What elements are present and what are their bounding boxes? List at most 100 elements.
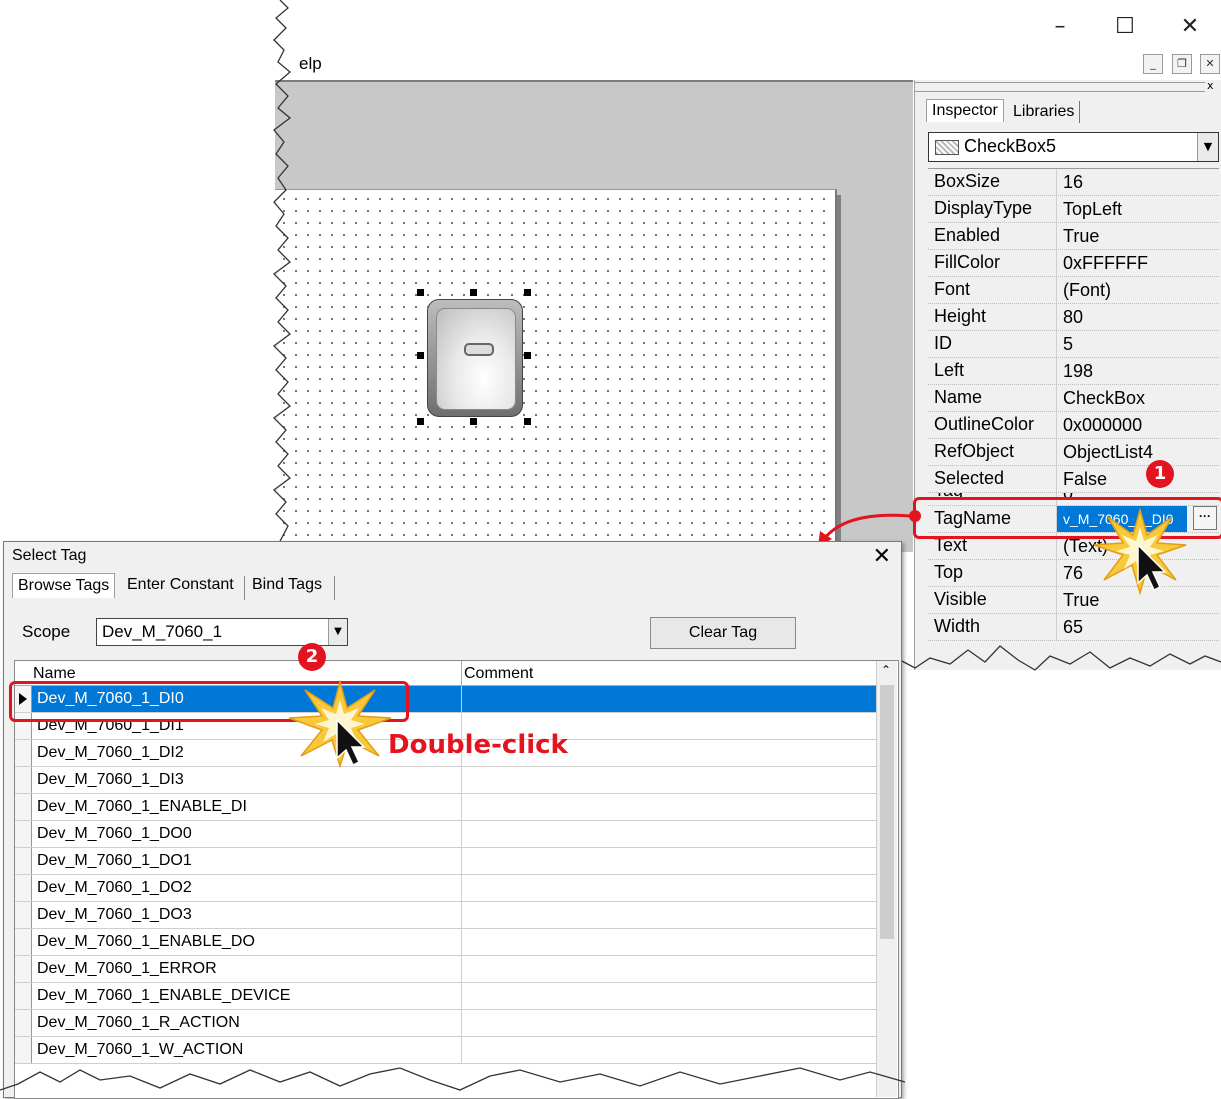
property-row[interactable]: Left 198 xyxy=(928,358,1219,385)
property-value[interactable]: 198 xyxy=(1056,358,1219,384)
dropdown-arrow-icon[interactable]: ▼ xyxy=(1197,133,1218,161)
resize-handle[interactable] xyxy=(417,418,424,425)
tag-name-cell[interactable]: Dev_M_7060_1_DO1 xyxy=(37,852,192,870)
property-name: OutlineColor xyxy=(934,414,1035,434)
property-value[interactable]: CheckBox xyxy=(1056,385,1219,411)
select-tag-dialog: Select Tag ✕ Browse Tags Enter Constant … xyxy=(3,541,902,1099)
cell-separator xyxy=(461,848,462,874)
table-row[interactable]: Dev_M_7060_1_W_ACTION xyxy=(15,1037,876,1064)
switch-slot xyxy=(464,343,494,356)
table-row[interactable]: Dev_M_7060_1_ENABLE_DEVICE xyxy=(15,983,876,1010)
table-row[interactable]: Dev_M_7060_1_ENABLE_DI xyxy=(15,794,876,821)
tag-name-cell[interactable]: Dev_M_7060_1_DO3 xyxy=(37,906,192,924)
table-row[interactable]: Dev_M_7060_1_DO3 xyxy=(15,902,876,929)
resize-handle[interactable] xyxy=(470,289,477,296)
object-selector[interactable]: CheckBox5 ▼ xyxy=(928,132,1219,162)
torn-edge-dialog xyxy=(0,1067,905,1091)
tag-name-cell[interactable]: Dev_M_7060_1_R_ACTION xyxy=(37,1014,240,1032)
dropdown-arrow-icon[interactable]: ▼ xyxy=(328,619,347,645)
maximize-icon[interactable]: ☐ xyxy=(1105,8,1145,46)
cell-separator xyxy=(461,929,462,955)
property-value[interactable]: 0x000000 xyxy=(1056,412,1219,438)
property-row[interactable]: DisplayType TopLeft xyxy=(928,196,1219,223)
tag-name-cell[interactable]: Dev_M_7060_1_ERROR xyxy=(37,960,217,978)
menu-help[interactable]: elp xyxy=(299,54,322,74)
tab-inspector[interactable]: Inspector xyxy=(926,99,1004,122)
mdi-close-icon[interactable]: ✕ xyxy=(1200,54,1220,74)
resize-handle[interactable] xyxy=(524,289,531,296)
property-row[interactable]: Selected False xyxy=(928,466,1219,493)
property-row[interactable]: OutlineColor 0x000000 xyxy=(928,412,1219,439)
tab-browse-tags[interactable]: Browse Tags xyxy=(12,573,116,598)
object-selector-value: CheckBox5 xyxy=(964,136,1057,156)
switch-face xyxy=(436,308,516,410)
table-row[interactable]: Dev_M_7060_1_ENABLE_DO xyxy=(15,929,876,956)
property-row[interactable]: Width 65 xyxy=(928,614,1219,641)
design-canvas[interactable] xyxy=(275,189,837,560)
clear-tag-button[interactable]: Clear Tag xyxy=(650,617,796,649)
property-row[interactable]: FillColor 0xFFFFFF xyxy=(928,250,1219,277)
inspector-close-icon[interactable]: x xyxy=(1207,79,1214,92)
resize-handle[interactable] xyxy=(524,418,531,425)
table-row[interactable]: Dev_M_7060_1_DO2 xyxy=(15,875,876,902)
property-value[interactable]: True xyxy=(1056,223,1219,249)
table-row[interactable]: Dev_M_7060_1_R_ACTION xyxy=(15,1010,876,1037)
property-name: Width xyxy=(934,616,981,636)
table-row[interactable]: Dev_M_7060_1_DI3 xyxy=(15,767,876,794)
property-row[interactable]: Font (Font) xyxy=(928,277,1219,304)
property-name: Selected xyxy=(934,468,1005,488)
resize-handle[interactable] xyxy=(524,352,531,359)
mdi-minimize-icon[interactable]: _ xyxy=(1143,54,1163,74)
close-icon[interactable]: ✕ xyxy=(1170,8,1210,46)
property-name: Left xyxy=(934,360,965,380)
tab-enter-constant[interactable]: Enter Constant xyxy=(122,573,239,597)
row-indicator xyxy=(15,1010,32,1036)
resize-handle[interactable] xyxy=(417,352,424,359)
scroll-thumb[interactable] xyxy=(880,685,894,939)
tab-libraries[interactable]: Libraries xyxy=(1008,101,1081,123)
property-value[interactable]: TopLeft xyxy=(1056,196,1219,222)
resize-handle[interactable] xyxy=(417,289,424,296)
property-value[interactable]: ObjectList4 xyxy=(1056,439,1219,465)
property-value[interactable]: 5 xyxy=(1056,331,1219,357)
property-value[interactable]: (Font) xyxy=(1056,277,1219,303)
property-value[interactable]: False xyxy=(1056,466,1219,492)
table-row[interactable]: Dev_M_7060_1_DO0 xyxy=(15,821,876,848)
property-row[interactable]: BoxSize 16 xyxy=(928,169,1219,196)
inspector-grip[interactable] xyxy=(915,82,1205,92)
table-row[interactable]: Dev_M_7060_1_ERROR xyxy=(15,956,876,983)
property-value[interactable]: 0xFFFFFF xyxy=(1056,250,1219,276)
tag-name-cell[interactable]: Dev_M_7060_1_DI2 xyxy=(37,744,184,762)
property-row[interactable]: Name CheckBox xyxy=(928,385,1219,412)
cell-separator xyxy=(461,821,462,847)
tag-name-cell[interactable]: Dev_M_7060_1_DO0 xyxy=(37,825,192,843)
tag-name-cell[interactable]: Dev_M_7060_1_ENABLE_DI xyxy=(37,798,247,816)
table-row[interactable]: Dev_M_7060_1_DO1 xyxy=(15,848,876,875)
tag-grid: Name Comment Dev_M_7060_1_DI0 Dev_M_7060… xyxy=(14,660,899,1099)
tag-name-cell[interactable]: Dev_M_7060_1_W_ACTION xyxy=(37,1041,243,1059)
property-value[interactable]: 65 xyxy=(1056,614,1219,640)
tag-name-cell[interactable]: Dev_M_7060_1_ENABLE_DEVICE xyxy=(37,987,290,1005)
resize-handle[interactable] xyxy=(470,418,477,425)
property-row[interactable]: ID 5 xyxy=(928,331,1219,358)
property-row[interactable]: Enabled True xyxy=(928,223,1219,250)
property-value[interactable]: 16 xyxy=(1056,169,1219,195)
column-separator xyxy=(461,661,462,685)
minimize-icon[interactable]: – xyxy=(1040,8,1080,46)
mdi-restore-icon[interactable]: ❐ xyxy=(1172,54,1192,74)
close-icon[interactable]: ✕ xyxy=(873,544,891,569)
property-value[interactable]: 80 xyxy=(1056,304,1219,330)
tab-bind-tags[interactable]: Bind Tags xyxy=(247,573,327,597)
scroll-up-icon[interactable]: ⌃ xyxy=(881,663,891,677)
property-row[interactable]: RefObject ObjectList4 xyxy=(928,439,1219,466)
cell-separator xyxy=(461,1037,462,1063)
vertical-scrollbar[interactable]: ⌃ xyxy=(876,661,897,1097)
scope-dropdown[interactable]: Dev_M_7060_1 ▼ xyxy=(96,618,348,646)
checkbox-switch-object[interactable] xyxy=(427,299,523,417)
property-row[interactable]: Height 80 xyxy=(928,304,1219,331)
column-header-comment[interactable]: Comment xyxy=(464,665,533,683)
tag-name-cell[interactable]: Dev_M_7060_1_DI3 xyxy=(37,771,184,789)
property-name: Height xyxy=(934,306,987,326)
tag-name-cell[interactable]: Dev_M_7060_1_DO2 xyxy=(37,879,192,897)
tag-name-cell[interactable]: Dev_M_7060_1_ENABLE_DO xyxy=(37,933,255,951)
